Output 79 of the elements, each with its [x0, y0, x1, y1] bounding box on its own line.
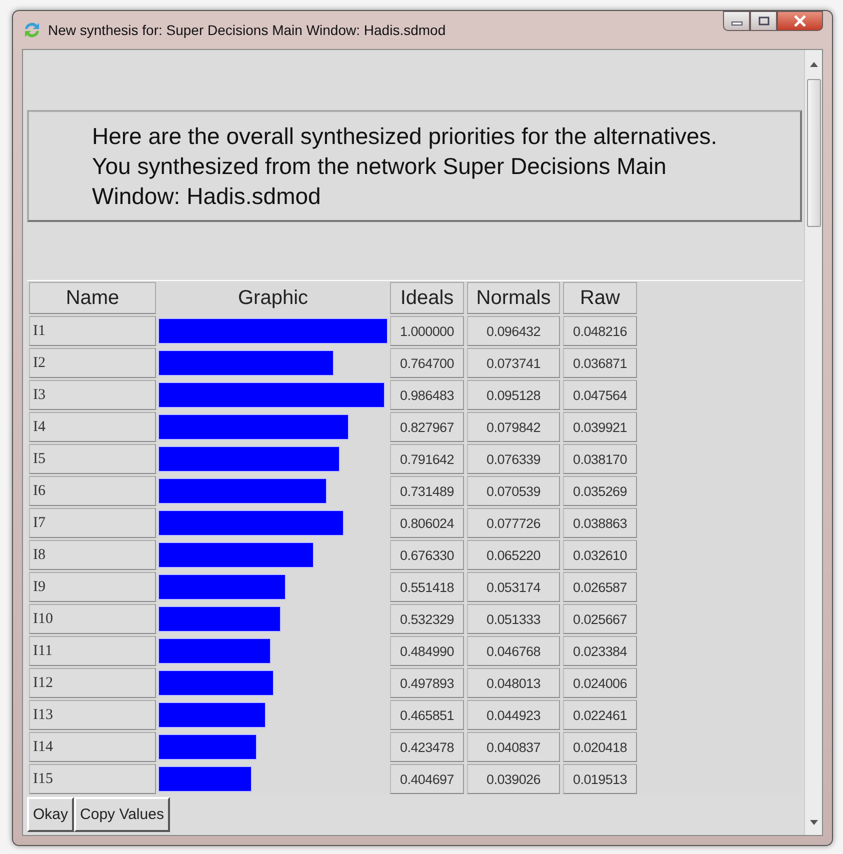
table-cell: I6 — [29, 476, 156, 506]
okay-button[interactable]: Okay — [27, 797, 74, 832]
table-cell: I2 — [29, 348, 156, 378]
table-cell: 0.484990 — [390, 636, 464, 666]
table-cell: 0.039026 — [467, 764, 560, 794]
table-cell: 0.791642 — [390, 444, 464, 474]
table-cell: I11 — [29, 636, 156, 666]
table-cell: 0.806024 — [390, 508, 464, 538]
table-cell: I12 — [29, 668, 156, 698]
table-cell: I4 — [29, 412, 156, 442]
table-cell: 0.404697 — [390, 764, 464, 794]
table-cell: 0.676330 — [390, 540, 464, 570]
close-button[interactable] — [777, 11, 823, 31]
table-cell: 0.036871 — [563, 348, 637, 378]
table-cell: 0.079842 — [467, 412, 560, 442]
column-header[interactable]: Raw — [563, 282, 637, 314]
maximize-icon — [758, 16, 770, 26]
column-header[interactable]: Graphic — [159, 282, 387, 314]
table-cell: 0.039921 — [563, 412, 637, 442]
vertical-scrollbar[interactable] — [804, 50, 822, 835]
table-cell: 0.048216 — [563, 316, 637, 346]
table-cell: 1.000000 — [390, 316, 464, 346]
table-cell: 0.024006 — [563, 668, 637, 698]
table-cell: 0.096432 — [467, 316, 560, 346]
column-header[interactable]: Name — [29, 282, 156, 314]
scroll-thumb[interactable] — [806, 79, 820, 227]
table-cell: 0.035269 — [563, 476, 637, 506]
table-cell: 0.044923 — [467, 700, 560, 730]
scroll-up-icon[interactable] — [810, 62, 818, 67]
table-cell: 0.026587 — [563, 572, 637, 602]
table-cell: 0.025667 — [563, 604, 637, 634]
table-cell: I14 — [29, 732, 156, 762]
table-cell: 0.077726 — [467, 508, 560, 538]
table-cell: I13 — [29, 700, 156, 730]
table-cell: 0.040837 — [467, 732, 560, 762]
table-cell: 0.053174 — [467, 572, 560, 602]
table-cell: 0.038170 — [563, 444, 637, 474]
table-cell: 0.423478 — [390, 732, 464, 762]
table-cell: I5 — [29, 444, 156, 474]
table-cell: 0.095128 — [467, 380, 560, 410]
column-header[interactable]: Normals — [467, 282, 560, 314]
table-cell: 0.032610 — [563, 540, 637, 570]
scroll-down-icon[interactable] — [810, 820, 818, 825]
table-cell: I15 — [29, 764, 156, 794]
table-cell: 0.023384 — [563, 636, 637, 666]
table-cell: I7 — [29, 508, 156, 538]
table-cell: 0.532329 — [390, 604, 464, 634]
table-cell: I1 — [29, 316, 156, 346]
table-cell: 0.497893 — [390, 668, 464, 698]
refresh-icon — [22, 20, 42, 40]
table-cell: 0.827967 — [390, 412, 464, 442]
table-cell: 0.465851 — [390, 700, 464, 730]
close-icon — [793, 15, 807, 27]
table-cell: I9 — [29, 572, 156, 602]
table-cell: 0.986483 — [390, 380, 464, 410]
table-cell: 0.048013 — [467, 668, 560, 698]
table-cell: 0.551418 — [390, 572, 464, 602]
table-cell: 0.022461 — [563, 700, 637, 730]
table-cell: 0.046768 — [467, 636, 560, 666]
minimize-button[interactable] — [723, 11, 750, 31]
copy-values-button[interactable]: Copy Values — [74, 797, 170, 832]
table-cell: 0.076339 — [467, 444, 560, 474]
table-cell: 0.070539 — [467, 476, 560, 506]
table-cell: 0.051333 — [467, 604, 560, 634]
table-cell: 0.731489 — [390, 476, 464, 506]
column-header[interactable]: Ideals — [390, 282, 464, 314]
table-cell: I3 — [29, 380, 156, 410]
window-title: New synthesis for: Super Decisions Main Window: Hadis.sdmod — [48, 22, 447, 38]
table-cell: 0.047564 — [563, 380, 637, 410]
table-cell: 0.038863 — [563, 508, 637, 538]
message-text: Here are the overall synthesized priorities for the alternatives. You synthesized from the network Super Decisions Main Window: Hadis.sdmod — [27, 110, 802, 222]
table-cell: I8 — [29, 540, 156, 570]
table-cell: 0.020418 — [563, 732, 637, 762]
table-cell: I10 — [29, 604, 156, 634]
table-cell: 0.065220 — [467, 540, 560, 570]
maximize-button[interactable] — [750, 11, 777, 31]
table-cell: 0.073741 — [467, 348, 560, 378]
table-cell: 0.764700 — [390, 348, 464, 378]
table-cell: 0.019513 — [563, 764, 637, 794]
